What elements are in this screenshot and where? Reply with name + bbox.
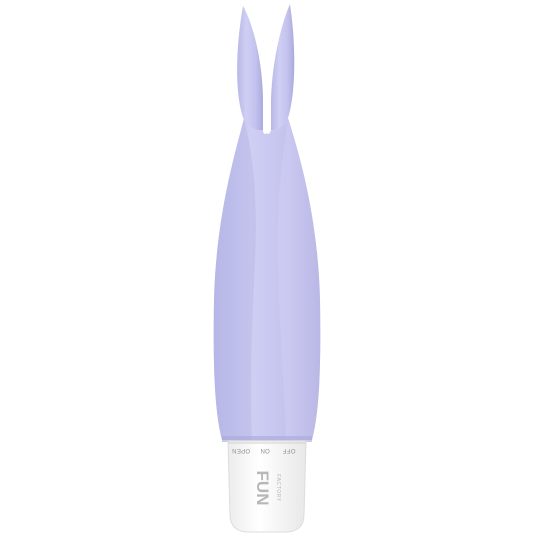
label-on: ON	[260, 447, 270, 453]
logo-factory: FACTORY	[275, 474, 281, 502]
product-photo: OFF ON OPEN FUN FACTORY	[0, 0, 533, 533]
logo-fun: FUN	[253, 471, 272, 506]
brand-logo: FUN FACTORY	[253, 471, 281, 506]
label-open: OPEN	[232, 447, 250, 453]
vibrator-illustration: OFF ON OPEN FUN FACTORY	[213, 4, 321, 533]
body-fold-shade	[213, 120, 256, 440]
petal-slit	[263, 70, 268, 130]
right-petal	[271, 4, 295, 131]
label-off: OFF	[283, 447, 296, 453]
left-petal	[237, 6, 263, 131]
switch-markings: OFF ON OPEN	[232, 447, 296, 453]
body-fold-highlight	[277, 120, 321, 440]
